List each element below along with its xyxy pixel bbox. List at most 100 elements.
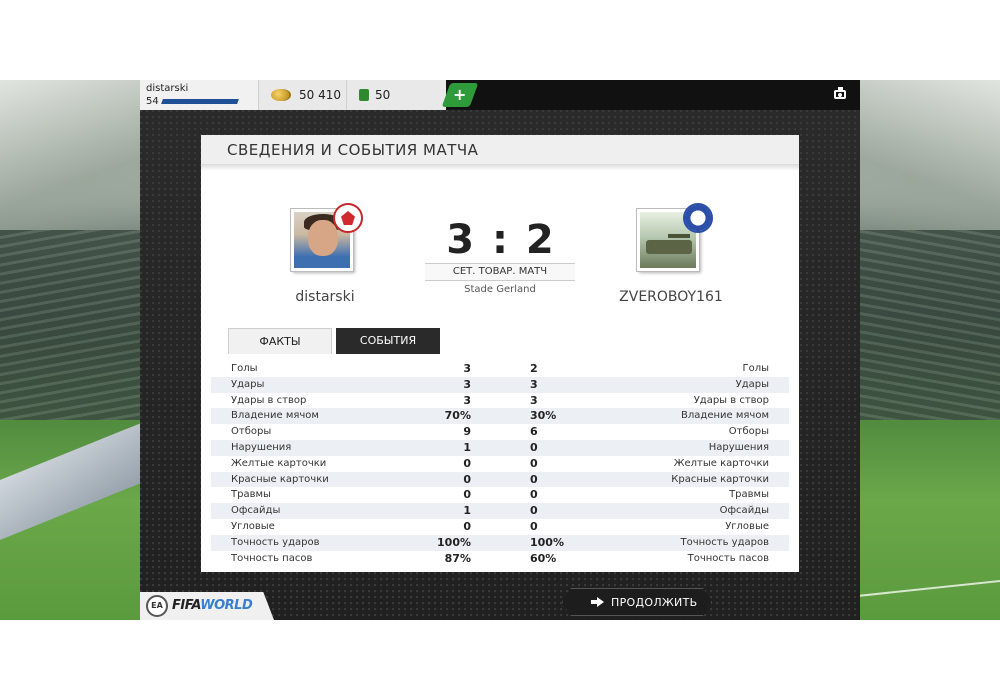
fifa-world-wordmark: FIFAWORLD <box>172 598 253 613</box>
stat-row: Травмы 0 0 Травмы <box>211 487 789 503</box>
stat-value-away: 2 <box>530 362 538 375</box>
stat-value-away: 0 <box>530 472 538 486</box>
stat-value-away: 3 <box>530 377 538 391</box>
stat-label-home: Красные карточки <box>231 473 329 485</box>
fifa-world-logo: EA FIFAWORLD <box>140 592 274 620</box>
stat-label-home: Точность ударов <box>231 536 320 548</box>
user-profile[interactable]: distarski 54 <box>140 80 258 110</box>
tab-facts[interactable]: ФАКТЫ <box>228 328 332 354</box>
avatar-tank-gun <box>668 234 690 238</box>
points-balance: 50 <box>346 80 446 110</box>
stat-value-away: 0 <box>530 519 538 533</box>
stat-value-away: 100% <box>530 535 564 549</box>
avatar-tank <box>646 240 692 254</box>
stat-label-away: Владение мячом <box>681 410 769 422</box>
stat-label-home: Владение мячом <box>231 410 319 422</box>
stat-label-home: Угловые <box>231 520 275 532</box>
stat-label-away: Нарушения <box>708 441 769 453</box>
stat-label-home: Удары в створ <box>231 394 307 406</box>
home-club-badge-icon <box>333 203 363 233</box>
stat-label-away: Точность ударов <box>680 536 769 548</box>
stat-label-away: Удары в створ <box>693 394 769 406</box>
coins-value: 50 410 <box>299 88 341 102</box>
stat-label-away: Удары <box>735 378 769 390</box>
stat-label-home: Желтые карточки <box>231 457 327 469</box>
stat-value-away: 0 <box>530 488 538 502</box>
stat-value-home: 87% <box>444 551 471 565</box>
stat-label-home: Голы <box>231 363 258 374</box>
arrow-right-icon <box>591 597 605 607</box>
stat-value-home: 9 <box>463 425 471 439</box>
stat-label-away: Голы <box>742 363 769 374</box>
ea-sports-icon: EA <box>146 595 168 617</box>
stat-value-home: 100% <box>437 535 471 549</box>
page-title: СВЕДЕНИЯ И СОБЫТИЯ МАТЧА <box>227 141 479 159</box>
stat-label-away: Угловые <box>725 520 769 532</box>
card-header: СВЕДЕНИЯ И СОБЫТИЯ МАТЧА <box>201 135 799 165</box>
stat-row: Угловые 0 0 Угловые <box>211 519 789 535</box>
stat-value-away: 60% <box>530 551 557 565</box>
stat-label-away: Точность пасов <box>687 552 769 564</box>
stat-label-away: Офсайды <box>719 505 769 517</box>
away-club-badge-icon <box>683 203 713 233</box>
stat-value-home: 3 <box>463 362 471 375</box>
stats-table: Голы 3 2 Голы Удары 3 3 Удары Удары в створ 3 3 Уда… <box>211 361 789 566</box>
stat-row: Отборы 9 6 Отборы <box>211 424 789 440</box>
stat-label-away: Травмы <box>729 489 769 501</box>
stat-value-away: 3 <box>530 393 538 407</box>
stat-row: Желтые карточки 0 0 Желтые карточки <box>211 456 789 472</box>
match-type: СЕТ. ТОВАР. МАТЧ <box>425 263 575 281</box>
stat-value-home: 70% <box>444 409 471 423</box>
stat-value-home: 0 <box>463 456 471 470</box>
coins-icon <box>271 89 289 101</box>
add-points-button[interactable]: + <box>441 83 479 107</box>
stat-row: Владение мячом 70% 30% Владение мячом <box>211 408 789 425</box>
stat-value-away: 30% <box>530 409 557 423</box>
header-divider <box>201 165 799 171</box>
match-venue: Stade Gerland <box>464 284 536 295</box>
stat-value-home: 0 <box>463 488 471 502</box>
user-level: 54 <box>146 96 159 107</box>
away-player-name: ZVEROBOY161 <box>619 289 723 305</box>
stat-value-home: 1 <box>463 504 471 518</box>
stat-value-away: 0 <box>530 504 538 518</box>
stat-value-away: 0 <box>530 456 538 470</box>
match-details-card: СВЕДЕНИЯ И СОБЫТИЯ МАТЧА distarski 3 : 2… <box>201 135 799 572</box>
continue-button[interactable]: ПРОДОЛЖИТЬ <box>562 588 712 616</box>
stat-label-home: Травмы <box>231 489 271 501</box>
stat-value-home: 0 <box>463 472 471 486</box>
stat-label-away: Желтые карточки <box>673 457 769 469</box>
continue-label: ПРОДОЛЖИТЬ <box>611 596 698 609</box>
stat-row: Красные карточки 0 0 Красные карточки <box>211 471 789 488</box>
stat-value-away: 6 <box>530 425 538 439</box>
stat-label-away: Отборы <box>728 426 769 438</box>
stat-row: Офсайды 1 0 Офсайды <box>211 503 789 519</box>
stat-row: Удары в створ 3 3 Удары в створ <box>211 393 789 409</box>
stat-label-home: Отборы <box>231 426 272 438</box>
stat-row: Удары 3 3 Удары <box>211 376 789 393</box>
logo-fifa: FIFA <box>172 598 201 613</box>
stat-row: Голы 3 2 Голы <box>211 361 789 377</box>
logo-world: WORLD <box>200 598 253 613</box>
stat-value-home: 3 <box>463 377 471 391</box>
top-bar: distarski 54 50 410 50 + <box>140 80 860 110</box>
stat-label-home: Офсайды <box>231 505 281 517</box>
plus-icon: + <box>453 85 467 104</box>
stat-row: Нарушения 1 0 Нарушения <box>211 439 789 456</box>
tab-events[interactable]: СОБЫТИЯ <box>336 328 440 354</box>
camera-icon[interactable] <box>834 87 846 99</box>
coins-balance: 50 410 <box>258 80 346 110</box>
username: distarski <box>146 83 189 94</box>
stat-row: Точность пасов 87% 60% Точность пасов <box>211 551 789 567</box>
stat-row: Точность ударов 100% 100% Точность ударов <box>211 534 789 551</box>
stat-value-home: 1 <box>463 440 471 454</box>
points-value: 50 <box>375 88 391 102</box>
stat-value-home: 3 <box>463 393 471 407</box>
stat-value-home: 0 <box>463 519 471 533</box>
stat-label-home: Нарушения <box>231 441 292 453</box>
stat-value-away: 0 <box>530 440 538 454</box>
points-icon <box>359 89 369 101</box>
avatar-face <box>308 220 338 256</box>
home-player-name: distarski <box>295 289 355 305</box>
stat-label-home: Точность пасов <box>231 552 313 564</box>
